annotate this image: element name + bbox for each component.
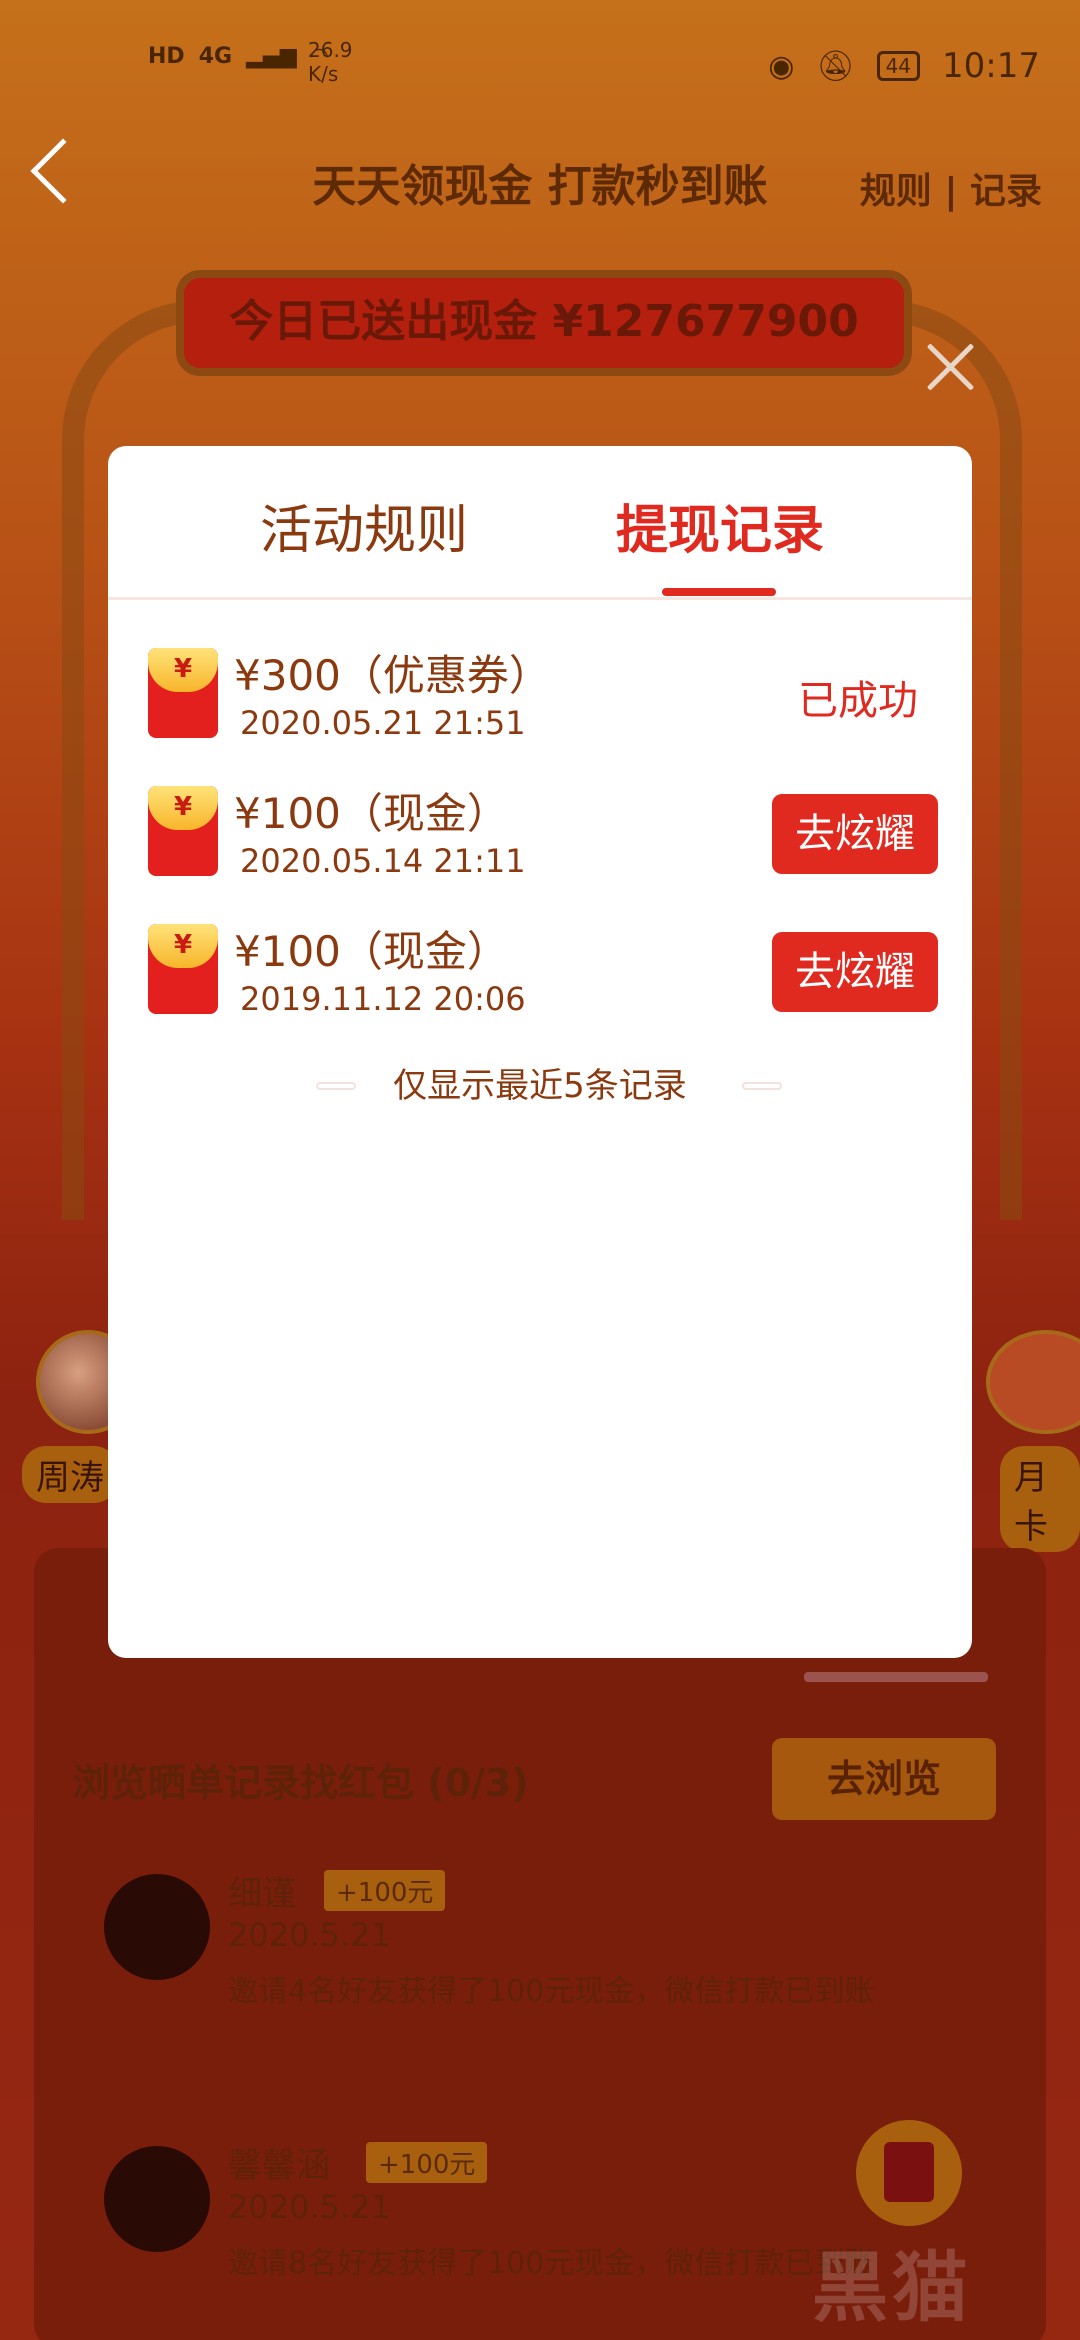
record-row: ¥ ¥300（优惠券） 2020.05.21 21:51 已成功 <box>148 648 938 748</box>
show-off-button[interactable]: 去炫耀 <box>772 932 938 1012</box>
record-amount: ¥300（优惠券） <box>234 651 551 700</box>
record-datetime: 2020.05.21 21:51 <box>240 704 526 742</box>
record-row: ¥ ¥100（现金） 2019.11.12 20:06 去炫耀 <box>148 924 938 1024</box>
record-datetime: 2019.11.12 20:06 <box>240 980 526 1018</box>
active-tab-indicator <box>662 588 776 596</box>
tab-activity-rules[interactable]: 活动规则 <box>260 488 468 563</box>
record-row: ¥ ¥100（现金） 2020.05.14 21:11 去炫耀 <box>148 786 938 886</box>
divider <box>742 1082 782 1090</box>
close-icon[interactable] <box>924 340 976 392</box>
tab-withdraw-records[interactable]: 提现记录 <box>616 488 824 563</box>
record-amount: ¥100（现金） <box>234 789 509 838</box>
red-packet-icon: ¥ <box>148 648 218 738</box>
red-packet-icon: ¥ <box>148 924 218 1014</box>
records-modal: 活动规则 提现记录 ¥ ¥300（优惠券） 2020.05.21 21:51 已… <box>108 446 972 1658</box>
record-status: 已成功 <box>798 678 918 724</box>
red-packet-icon: ¥ <box>148 786 218 876</box>
record-datetime: 2020.05.14 21:11 <box>240 842 526 880</box>
records-limit-note: 仅显示最近5条记录 <box>393 1066 687 1106</box>
record-amount: ¥100（现金） <box>234 927 509 976</box>
modal-tabs: 活动规则 提现记录 <box>108 446 972 600</box>
show-off-button[interactable]: 去炫耀 <box>772 794 938 874</box>
